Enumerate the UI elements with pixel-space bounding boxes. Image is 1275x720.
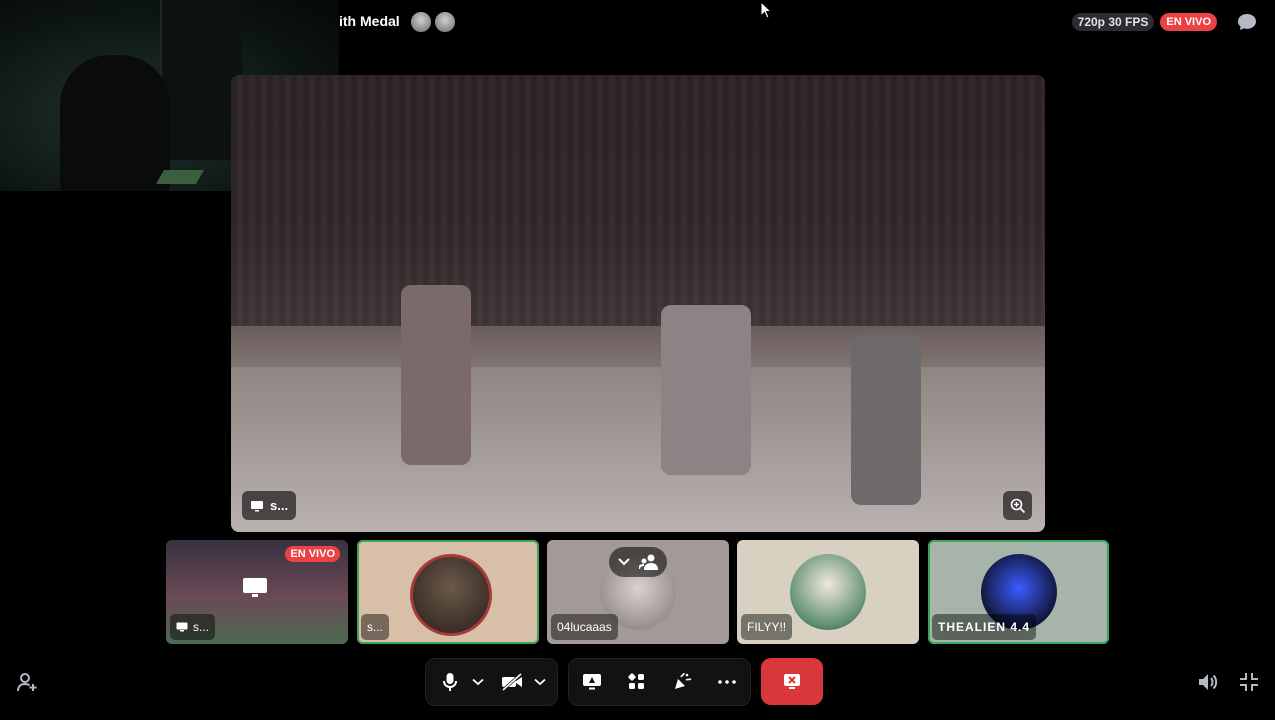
add-user-icon (17, 673, 37, 692)
tile-name-text: FILYY!! (747, 620, 787, 634)
chevron-down-icon[interactable] (617, 557, 631, 567)
stream-crowd (231, 75, 1045, 327)
participant-tile[interactable]: FILYY!! (737, 540, 919, 644)
activities-button[interactable] (620, 665, 654, 699)
volume-icon (1199, 674, 1218, 690)
participant-tile[interactable]: s... (357, 540, 539, 644)
chat-icon[interactable] (1237, 12, 1257, 32)
share-controls (568, 658, 751, 706)
stream-player (851, 335, 921, 505)
avatar (790, 554, 866, 630)
participant-tile[interactable]: THEALIEN 4.4 (928, 540, 1109, 644)
avatar (410, 554, 492, 636)
screen-share-icon (243, 578, 267, 597)
camera-button[interactable] (495, 665, 529, 699)
chevron-down-icon (534, 678, 546, 686)
avatar[interactable] (410, 11, 432, 33)
call-title: ith Medal (339, 13, 400, 29)
activities-icon (628, 673, 644, 689)
screen-share-icon (582, 674, 601, 690)
tile-name: s... (170, 614, 216, 640)
camera-options[interactable] (529, 665, 551, 699)
live-badge: EN VIVO (285, 546, 340, 562)
screen-glow (155, 170, 205, 184)
participant-tile-stream[interactable]: EN VIVO s... (166, 540, 348, 644)
zoom-button[interactable] (1003, 491, 1032, 520)
avatar[interactable] (434, 11, 456, 33)
volume-button[interactable] (1196, 670, 1220, 694)
zoom-icon (1010, 498, 1025, 513)
live-badge: EN VIVO (1160, 13, 1217, 31)
audio-video-controls (425, 658, 558, 706)
tile-name-text: THEALIEN 4.4 (938, 620, 1031, 634)
quality-badge: 720p 30 FPS (1071, 13, 1155, 31)
stream-player (401, 285, 471, 465)
webcam-person (60, 55, 170, 191)
tile-name: THEALIEN 4.4 (932, 614, 1037, 640)
tile-name-text: s... (193, 620, 210, 634)
tile-name: s... (361, 614, 390, 640)
participant-tile[interactable]: 04lucaaas (547, 540, 729, 644)
tile-overlay-controls[interactable] (609, 547, 667, 577)
stream-field (231, 367, 1045, 532)
stream-label-text: s... (270, 498, 289, 513)
disconnect-button[interactable] (761, 658, 823, 705)
screen-share-icon (176, 622, 188, 632)
chevron-down-icon (472, 678, 484, 686)
exit-fullscreen-button[interactable] (1237, 670, 1261, 694)
tile-name: FILYY!! (741, 614, 793, 640)
microphone-button[interactable] (433, 665, 467, 699)
stream-label: s... (242, 491, 297, 520)
participant-avatars[interactable] (410, 11, 458, 33)
disconnect-icon (784, 673, 800, 689)
camera-off-icon (502, 673, 522, 691)
users-icon[interactable] (639, 553, 659, 571)
more-icon (718, 680, 737, 684)
tile-name: 04lucaaas (551, 614, 618, 640)
stream-info: 720p 30 FPS EN VIVO (1071, 12, 1257, 32)
microphone-icon (443, 673, 457, 691)
invite-button[interactable] (15, 670, 39, 694)
background-door (160, 0, 242, 160)
more-button[interactable] (710, 665, 744, 699)
soundboard-button[interactable] (665, 665, 699, 699)
screen-share-button[interactable] (575, 665, 609, 699)
screen-share-icon (251, 500, 263, 511)
exit-fullscreen-icon (1240, 673, 1258, 691)
tile-name-text: s... (367, 620, 384, 634)
tile-name-text: 04lucaaas (557, 620, 612, 634)
soundboard-icon (675, 672, 692, 689)
mouse-cursor-icon (760, 1, 772, 19)
main-stream-stage[interactable]: s... (231, 75, 1045, 532)
stream-player (661, 305, 751, 475)
microphone-options[interactable] (467, 665, 489, 699)
